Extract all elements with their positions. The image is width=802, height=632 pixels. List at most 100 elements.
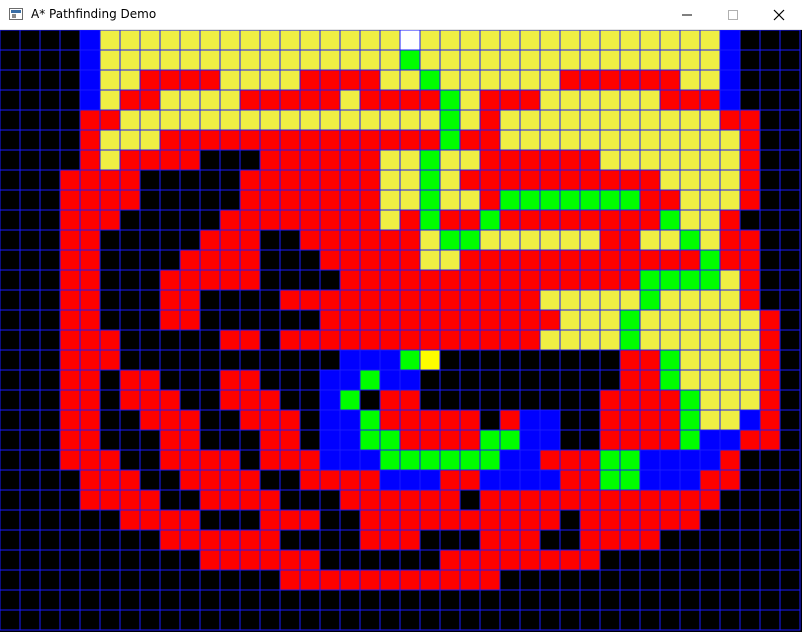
grid-cell-wall[interactable] bbox=[19, 89, 41, 111]
grid-cell-open[interactable] bbox=[679, 189, 701, 211]
grid-cell-closed[interactable] bbox=[659, 249, 681, 271]
grid-cell-closed[interactable] bbox=[439, 569, 461, 591]
grid-cell-open[interactable] bbox=[259, 69, 281, 91]
grid-cell-wall[interactable] bbox=[319, 269, 341, 291]
grid-cell-closed[interactable] bbox=[739, 129, 761, 151]
grid-cell-closed[interactable] bbox=[59, 169, 81, 191]
grid-cell-closed[interactable] bbox=[279, 409, 301, 431]
grid-cell-closed[interactable] bbox=[79, 309, 101, 331]
grid-cell-frontier[interactable] bbox=[79, 89, 101, 111]
grid-cell-closed[interactable] bbox=[639, 489, 661, 511]
grid-cell-wall[interactable] bbox=[479, 369, 501, 391]
grid-cell-closed[interactable] bbox=[259, 189, 281, 211]
grid-cell-closed[interactable] bbox=[419, 309, 441, 331]
grid-cell-open[interactable] bbox=[539, 109, 561, 131]
grid-cell-wall[interactable] bbox=[259, 569, 281, 591]
grid-cell-closed[interactable] bbox=[459, 509, 481, 531]
grid-cell-open[interactable] bbox=[239, 69, 261, 91]
grid-cell-open[interactable] bbox=[239, 30, 261, 51]
grid-cell-open[interactable] bbox=[479, 30, 501, 51]
grid-cell-closed[interactable] bbox=[319, 189, 341, 211]
grid-cell-open[interactable] bbox=[419, 249, 441, 271]
grid-cell-closed[interactable] bbox=[379, 249, 401, 271]
grid-cell-wall[interactable] bbox=[39, 569, 61, 591]
grid-cell-closed[interactable] bbox=[399, 129, 421, 151]
grid-cell-open[interactable] bbox=[719, 329, 741, 351]
grid-cell-closed[interactable] bbox=[579, 149, 601, 171]
grid-cell-frontier[interactable] bbox=[79, 69, 101, 91]
grid-cell-closed[interactable] bbox=[659, 89, 681, 111]
grid-cell-wall[interactable] bbox=[619, 609, 641, 631]
grid-cell-closed[interactable] bbox=[279, 149, 301, 171]
grid-cell-path[interactable] bbox=[479, 449, 501, 471]
grid-cell-wall[interactable] bbox=[179, 209, 201, 231]
grid-cell-closed[interactable] bbox=[299, 549, 321, 571]
grid-cell-wall[interactable] bbox=[419, 589, 441, 611]
grid-cell-closed[interactable] bbox=[539, 149, 561, 171]
grid-cell-frontier[interactable] bbox=[399, 469, 421, 491]
grid-cell-wall[interactable] bbox=[19, 589, 41, 611]
grid-cell-closed[interactable] bbox=[299, 129, 321, 151]
grid-cell-wall[interactable] bbox=[139, 249, 161, 271]
grid-cell-closed[interactable] bbox=[459, 549, 481, 571]
grid-cell-closed[interactable] bbox=[599, 409, 621, 431]
grid-cell-closed[interactable] bbox=[79, 489, 101, 511]
grid-cell-open[interactable] bbox=[159, 89, 181, 111]
grid-cell-closed[interactable] bbox=[639, 409, 661, 431]
grid-cell-closed[interactable] bbox=[99, 329, 121, 351]
grid-cell-open[interactable] bbox=[179, 109, 201, 131]
grid-cell-closed[interactable] bbox=[339, 249, 361, 271]
grid-cell-closed[interactable] bbox=[79, 449, 101, 471]
grid-cell-open[interactable] bbox=[519, 229, 541, 251]
grid-cell-open[interactable] bbox=[579, 329, 601, 351]
grid-cell-frontier[interactable] bbox=[519, 469, 541, 491]
grid-cell-closed[interactable] bbox=[79, 369, 101, 391]
grid-cell-closed[interactable] bbox=[259, 409, 281, 431]
grid-cell-closed[interactable] bbox=[119, 169, 141, 191]
grid-cell-wall[interactable] bbox=[479, 409, 501, 431]
grid-cell-wall[interactable] bbox=[759, 569, 781, 591]
grid-cell-frontier[interactable] bbox=[379, 469, 401, 491]
grid-cell-wall[interactable] bbox=[759, 209, 781, 231]
grid-cell-closed[interactable] bbox=[259, 449, 281, 471]
grid-cell-closed[interactable] bbox=[439, 209, 461, 231]
grid-cell-wall[interactable] bbox=[639, 609, 661, 631]
grid-cell-closed[interactable] bbox=[439, 469, 461, 491]
minimize-button[interactable] bbox=[664, 0, 710, 30]
grid-cell-frontier[interactable] bbox=[499, 469, 521, 491]
grid-cell-closed[interactable] bbox=[279, 169, 301, 191]
grid-cell-open[interactable] bbox=[699, 409, 721, 431]
grid-cell-open[interactable] bbox=[699, 30, 721, 51]
grid-cell-wall[interactable] bbox=[339, 529, 361, 551]
grid-cell-closed[interactable] bbox=[59, 409, 81, 431]
grid-cell-wall[interactable] bbox=[0, 129, 21, 151]
grid-cell-wall[interactable] bbox=[119, 249, 141, 271]
grid-cell-wall[interactable] bbox=[139, 549, 161, 571]
grid-cell-closed[interactable] bbox=[639, 509, 661, 531]
grid-cell-open[interactable] bbox=[359, 49, 381, 71]
grid-cell-path[interactable] bbox=[659, 269, 681, 291]
grid-cell-wall[interactable] bbox=[359, 389, 381, 411]
grid-cell-wall[interactable] bbox=[479, 389, 501, 411]
grid-cell-wall[interactable] bbox=[139, 469, 161, 491]
grid-cell-wall[interactable] bbox=[759, 229, 781, 251]
grid-cell-closed[interactable] bbox=[199, 469, 221, 491]
grid-cell-wall[interactable] bbox=[199, 389, 221, 411]
grid-cell-open[interactable] bbox=[699, 389, 721, 411]
grid-cell-wall[interactable] bbox=[0, 189, 21, 211]
grid-cell-closed[interactable] bbox=[319, 209, 341, 231]
grid-cell-closed[interactable] bbox=[579, 449, 601, 471]
grid-cell-open[interactable] bbox=[419, 229, 441, 251]
grid-cell-wall[interactable] bbox=[699, 589, 721, 611]
grid-cell-path[interactable] bbox=[679, 389, 701, 411]
grid-cell-closed[interactable] bbox=[479, 529, 501, 551]
grid-cell-open[interactable] bbox=[499, 30, 521, 51]
grid-cell-wall[interactable] bbox=[0, 489, 21, 511]
grid-cell-open[interactable] bbox=[699, 49, 721, 71]
grid-cell-wall[interactable] bbox=[39, 449, 61, 471]
grid-cell-closed[interactable] bbox=[499, 269, 521, 291]
grid-cell-open[interactable] bbox=[599, 109, 621, 131]
grid-cell-wall[interactable] bbox=[439, 369, 461, 391]
grid-cell-closed[interactable] bbox=[559, 449, 581, 471]
grid-cell-wall[interactable] bbox=[59, 469, 81, 491]
